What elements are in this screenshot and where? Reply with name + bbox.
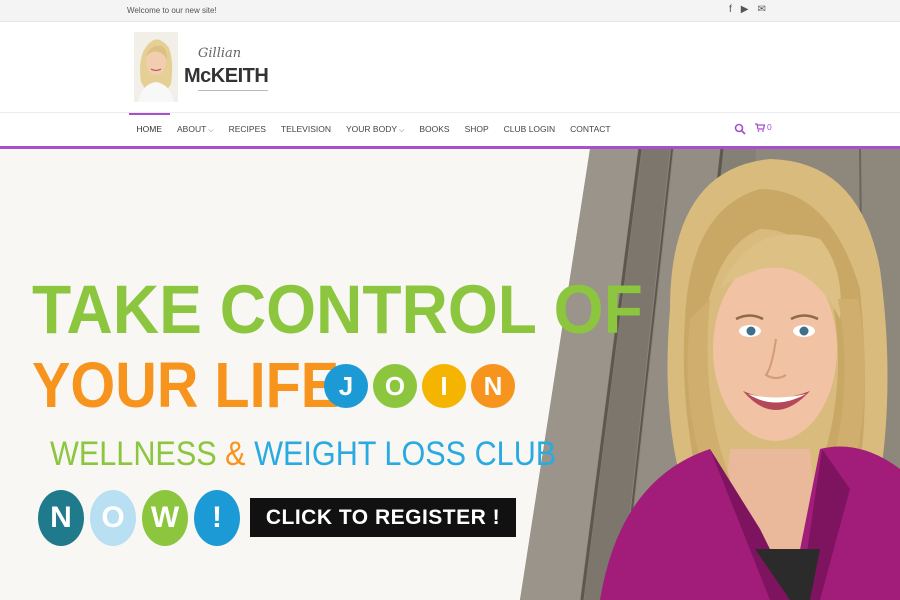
nav-item-club-login[interactable]: CLUB LOGIN	[496, 113, 563, 146]
cart-count: 0	[767, 122, 772, 132]
hero-banner[interactable]: TAKE CONTROL OF YOUR LIFE J O I N WELLNE…	[0, 149, 900, 600]
facebook-icon[interactable]: f	[729, 4, 732, 16]
nav-item-your-body[interactable]: YOUR BODY ⌵	[339, 113, 412, 146]
social-links: f ▶ ✉	[729, 4, 766, 16]
site-logo[interactable]: Gillian McKEITH	[132, 32, 272, 104]
join-badges: J O I N	[324, 364, 515, 408]
welcome-text: Welcome to our new site!	[127, 6, 217, 15]
nav-item-label: ABOUT	[177, 124, 207, 134]
nav-item-label: BOOKS	[419, 124, 450, 134]
youtube-icon[interactable]: ▶	[741, 4, 749, 16]
nav-item-label: HOME	[136, 124, 163, 134]
nav-item-label: YOUR BODY	[346, 124, 398, 134]
logo-script: Gillian	[198, 46, 242, 61]
nav-item-label: CLUB LOGIN	[503, 124, 556, 134]
nav-item-recipes[interactable]: RECIPES	[221, 113, 273, 146]
cart-icon	[755, 122, 765, 132]
nav-item-books[interactable]: BOOKS	[412, 113, 457, 146]
club-wellness: WELLNESS	[50, 435, 217, 473]
join-letter-j: J	[324, 364, 368, 408]
nav-item-label: CONTACT	[570, 124, 611, 134]
nav-item-television[interactable]: TELEVISION	[273, 113, 338, 146]
now-letter-w: W	[142, 490, 188, 546]
headline-your-life: YOUR LIFE	[32, 349, 340, 421]
chevron-down-icon: ⌵	[208, 127, 214, 134]
nav-items: HOME ABOUT ⌵ RECIPES TELEVISION YOUR BODY…	[129, 113, 618, 146]
cart-button[interactable]: 0	[755, 122, 772, 132]
logo-name: McKEITH	[184, 65, 269, 87]
logo-underline	[198, 90, 268, 91]
now-letter-n: N	[38, 490, 84, 546]
nav-item-about[interactable]: ABOUT ⌵	[170, 113, 222, 146]
mail-icon[interactable]: ✉	[757, 4, 765, 16]
site-header: Gillian McKEITH	[0, 22, 900, 112]
logo-portrait	[134, 32, 178, 102]
nav-item-label: RECIPES	[228, 124, 266, 134]
nav-item-label: SHOP	[464, 124, 489, 134]
join-letter-n: N	[471, 364, 515, 408]
main-nav: HOME ABOUT ⌵ RECIPES TELEVISION YOUR BODY…	[0, 112, 900, 149]
search-icon[interactable]	[734, 123, 746, 135]
nav-item-shop[interactable]: SHOP	[457, 113, 496, 146]
club-subtitle: WELLNESS & WEIGHT LOSS CLUB	[50, 437, 556, 471]
now-letter-o: O	[90, 490, 136, 546]
nav-item-contact[interactable]: CONTACT	[563, 113, 618, 146]
chevron-down-icon: ⌵	[399, 127, 405, 134]
gillian-photo	[600, 159, 900, 600]
now-letter-exclaim: !	[194, 490, 240, 546]
register-button[interactable]: CLICK TO REGISTER !	[250, 498, 516, 537]
top-bar: Welcome to our new site! f ▶ ✉	[0, 0, 900, 22]
club-ampersand: &	[225, 435, 246, 473]
join-letter-o: O	[373, 364, 417, 408]
join-letter-i: I	[422, 364, 466, 408]
now-badges: N O W !	[38, 490, 240, 546]
club-weight-loss: WEIGHT LOSS CLUB	[254, 435, 557, 473]
headline-take-control: TAKE CONTROL OF	[32, 271, 643, 348]
nav-item-label: TELEVISION	[280, 124, 331, 134]
nav-item-home[interactable]: HOME	[129, 113, 170, 146]
